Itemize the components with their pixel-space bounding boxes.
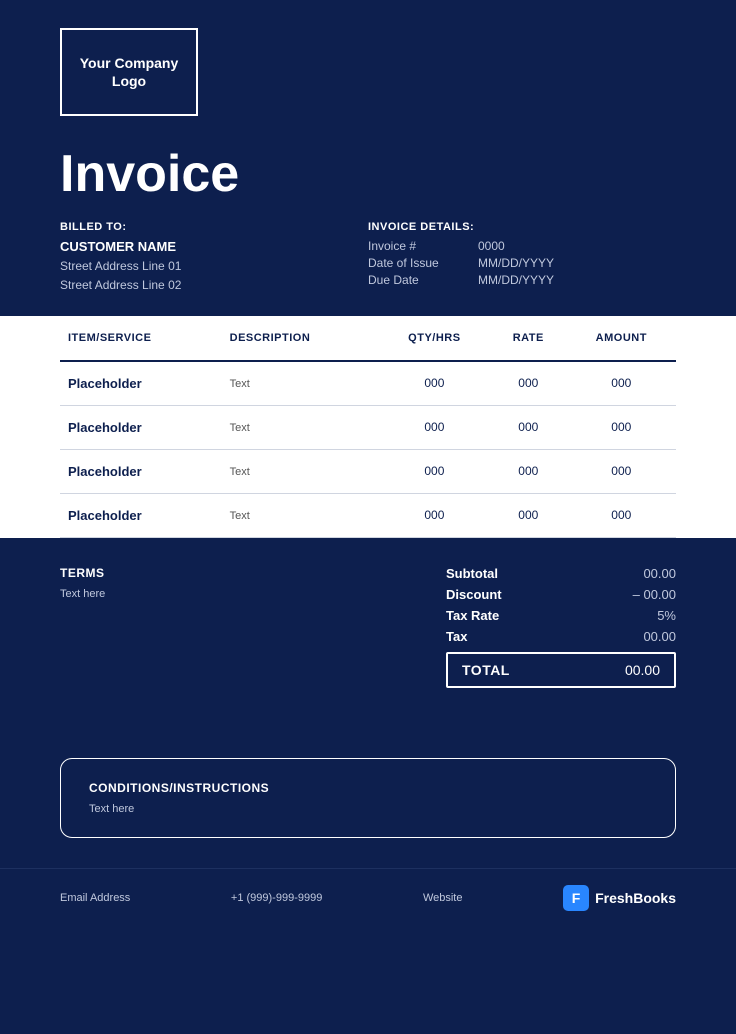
spacer bbox=[0, 708, 736, 738]
invoice-title-section: Invoice BILLED TO: CUSTOMER NAME Street … bbox=[0, 136, 736, 316]
billed-to-label: BILLED TO: bbox=[60, 221, 368, 233]
billed-to: BILLED TO: CUSTOMER NAME Street Address … bbox=[60, 221, 368, 295]
invoice-number-row: Invoice # 0000 bbox=[368, 239, 676, 253]
table-row: Placeholder Text 000 000 000 bbox=[60, 405, 676, 449]
total-value: 00.00 bbox=[625, 662, 660, 678]
cell-item-2: Placeholder bbox=[60, 449, 222, 493]
freshbooks-name: FreshBooks bbox=[595, 890, 676, 906]
cell-rate-1: 000 bbox=[490, 405, 567, 449]
address-line2: Street Address Line 02 bbox=[60, 276, 368, 295]
discount-value: – 00.00 bbox=[633, 587, 676, 602]
terms-text: Text here bbox=[60, 588, 406, 600]
footer-website: Website bbox=[423, 892, 463, 904]
subtotal-row: Subtotal 00.00 bbox=[446, 566, 676, 581]
conditions-label: CONDITIONS/INSTRUCTIONS bbox=[89, 781, 647, 795]
footer: Email Address +1 (999)-999-9999 Website … bbox=[0, 868, 736, 927]
date-of-issue-label: Date of Issue bbox=[368, 256, 458, 270]
invoice-table: ITEM/SERVICE DESCRIPTION QTY/HRS RATE AM… bbox=[60, 316, 676, 538]
cell-desc-1: Text bbox=[222, 405, 379, 449]
billing-row: BILLED TO: CUSTOMER NAME Street Address … bbox=[60, 221, 676, 295]
subtotal-value: 00.00 bbox=[643, 566, 676, 581]
col-rate: RATE bbox=[490, 316, 567, 361]
totals-section: Subtotal 00.00 Discount – 00.00 Tax Rate… bbox=[446, 566, 676, 688]
conditions-box: CONDITIONS/INSTRUCTIONS Text here bbox=[60, 758, 676, 838]
freshbooks-icon-letter: F bbox=[572, 890, 581, 906]
cell-item-3: Placeholder bbox=[60, 493, 222, 537]
company-logo: Your Company Logo bbox=[60, 28, 198, 116]
table-row: Placeholder Text 000 000 000 bbox=[60, 361, 676, 406]
cell-qty-2: 000 bbox=[379, 449, 490, 493]
invoice-number-value: 0000 bbox=[478, 239, 505, 253]
terms-label: TERMS bbox=[60, 566, 406, 580]
due-date-label: Due Date bbox=[368, 273, 458, 287]
conditions-wrapper: CONDITIONS/INSTRUCTIONS Text here bbox=[0, 738, 736, 868]
cell-rate-3: 000 bbox=[490, 493, 567, 537]
freshbooks-icon: F bbox=[563, 885, 589, 911]
cell-rate-2: 000 bbox=[490, 449, 567, 493]
table-row: Placeholder Text 000 000 000 bbox=[60, 449, 676, 493]
invoice-title: Invoice bbox=[60, 146, 676, 203]
cell-amount-1: 000 bbox=[567, 405, 676, 449]
cell-amount-2: 000 bbox=[567, 449, 676, 493]
invoice-details: INVOICE DETAILS: Invoice # 0000 Date of … bbox=[368, 221, 676, 290]
table-row: Placeholder Text 000 000 000 bbox=[60, 493, 676, 537]
col-description: DESCRIPTION bbox=[222, 316, 379, 361]
cell-rate-0: 000 bbox=[490, 361, 567, 406]
customer-name: CUSTOMER NAME bbox=[60, 239, 368, 254]
total-final-row: TOTAL 00.00 bbox=[446, 652, 676, 688]
due-date-value: MM/DD/YYYY bbox=[478, 273, 554, 287]
cell-desc-2: Text bbox=[222, 449, 379, 493]
total-label: TOTAL bbox=[462, 662, 510, 678]
address-line1: Street Address Line 01 bbox=[60, 257, 368, 276]
tax-row: Tax 00.00 bbox=[446, 629, 676, 644]
cell-amount-0: 000 bbox=[567, 361, 676, 406]
cell-qty-3: 000 bbox=[379, 493, 490, 537]
tax-rate-value: 5% bbox=[657, 608, 676, 623]
col-item-service: ITEM/SERVICE bbox=[60, 316, 222, 361]
bottom-section: TERMS Text here Subtotal 00.00 Discount … bbox=[0, 538, 736, 708]
footer-phone: +1 (999)-999-9999 bbox=[231, 892, 322, 904]
cell-desc-0: Text bbox=[222, 361, 379, 406]
date-of-issue-row: Date of Issue MM/DD/YYYY bbox=[368, 256, 676, 270]
table-header-row: ITEM/SERVICE DESCRIPTION QTY/HRS RATE AM… bbox=[60, 316, 676, 361]
due-date-row: Due Date MM/DD/YYYY bbox=[368, 273, 676, 287]
invoice-number-label: Invoice # bbox=[368, 239, 458, 253]
cell-qty-1: 000 bbox=[379, 405, 490, 449]
discount-label: Discount bbox=[446, 587, 502, 602]
discount-row: Discount – 00.00 bbox=[446, 587, 676, 602]
cell-qty-0: 000 bbox=[379, 361, 490, 406]
logo-text: Your Company Logo bbox=[62, 54, 196, 90]
invoice-details-label: INVOICE DETAILS: bbox=[368, 221, 676, 233]
footer-email: Email Address bbox=[60, 892, 130, 904]
conditions-text: Text here bbox=[89, 803, 647, 815]
cell-desc-3: Text bbox=[222, 493, 379, 537]
cell-item-1: Placeholder bbox=[60, 405, 222, 449]
cell-amount-3: 000 bbox=[567, 493, 676, 537]
table-section: ITEM/SERVICE DESCRIPTION QTY/HRS RATE AM… bbox=[0, 316, 736, 538]
tax-label: Tax bbox=[446, 629, 467, 644]
tax-rate-label: Tax Rate bbox=[446, 608, 499, 623]
tax-value: 00.00 bbox=[643, 629, 676, 644]
header: Your Company Logo bbox=[0, 0, 736, 136]
freshbooks-logo: F FreshBooks bbox=[563, 885, 676, 911]
tax-rate-row: Tax Rate 5% bbox=[446, 608, 676, 623]
subtotal-label: Subtotal bbox=[446, 566, 498, 581]
col-amount: AMOUNT bbox=[567, 316, 676, 361]
cell-item-0: Placeholder bbox=[60, 361, 222, 406]
terms-section: TERMS Text here bbox=[60, 566, 406, 600]
col-qty-hrs: QTY/HRS bbox=[379, 316, 490, 361]
date-of-issue-value: MM/DD/YYYY bbox=[478, 256, 554, 270]
